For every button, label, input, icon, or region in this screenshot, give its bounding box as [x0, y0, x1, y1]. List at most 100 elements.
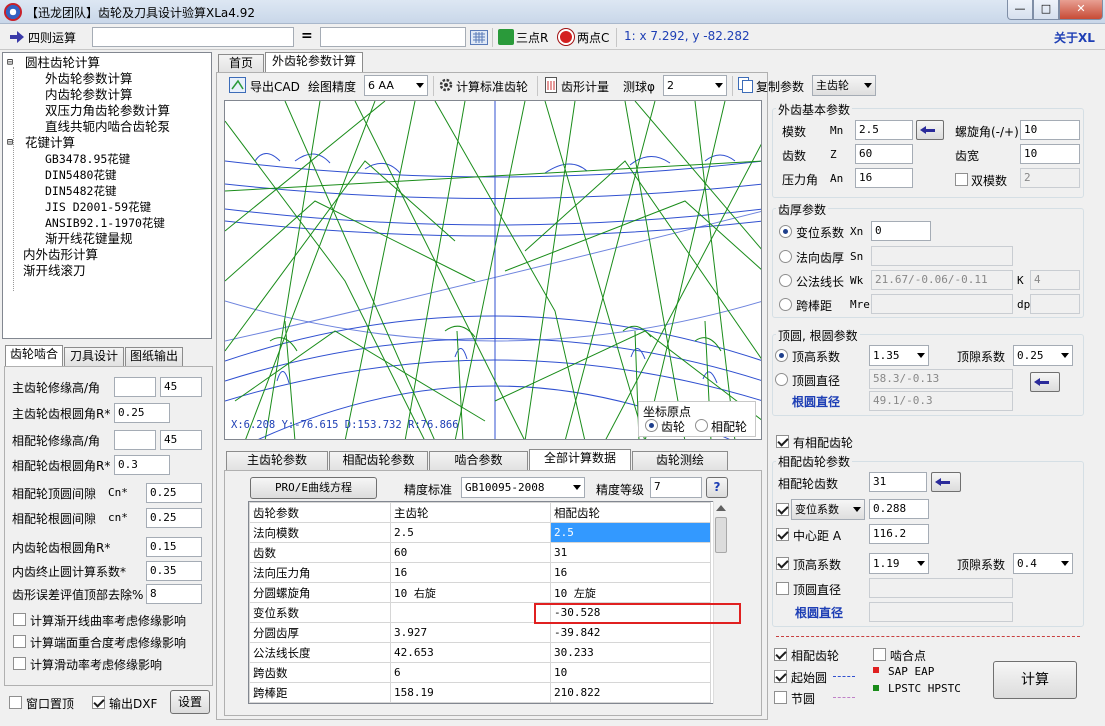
- pitch-circle-checkbox[interactable]: [774, 691, 787, 704]
- table-row[interactable]: 法向模数 2.5 2.5: [249, 522, 711, 543]
- normal-thickness-input[interactable]: [871, 246, 1013, 266]
- minimize-button[interactable]: —: [1007, 0, 1033, 20]
- mate-root-diameter-input[interactable]: [869, 602, 1013, 622]
- mate-tip-diameter-checkbox[interactable]: [776, 582, 789, 595]
- mesh-field-input[interactable]: 0.3: [114, 455, 170, 475]
- mesh-field-input[interactable]: 0.35: [146, 561, 202, 581]
- tree-item[interactable]: 渐开线花键量规: [45, 231, 133, 247]
- mate-shift-dropdown[interactable]: 变位系数: [791, 499, 865, 520]
- gear-drawing-canvas[interactable]: X:6.208 Y:-76.615 D:153.732 R:76.866 坐标原…: [224, 100, 762, 440]
- tree-item[interactable]: DIN5482花键: [45, 183, 116, 199]
- tab-mesh-params[interactable]: 啮合参数: [429, 451, 528, 470]
- tab-all-data[interactable]: 全部计算数据: [529, 449, 631, 470]
- three-point-button[interactable]: 三点R: [516, 29, 548, 46]
- table-row[interactable]: 分圆齿厚 3.927 -39.842: [249, 622, 711, 643]
- dp-input[interactable]: [1030, 294, 1080, 314]
- output-dxf-checkbox[interactable]: [92, 696, 105, 709]
- precision-grade-input[interactable]: 7: [650, 477, 702, 498]
- center-distance-input[interactable]: 116.2: [869, 524, 929, 544]
- mesh-field-angle-input[interactable]: 45: [160, 377, 202, 397]
- tip-diameter-apply-button[interactable]: [1030, 372, 1060, 392]
- settings-button[interactable]: 设置: [170, 690, 210, 714]
- tab-home[interactable]: 首页: [218, 54, 264, 73]
- tab-drawing-output[interactable]: 图纸输出: [125, 347, 183, 366]
- export-cad-button[interactable]: 导出CAD: [250, 78, 300, 95]
- contact-ratio-checkbox[interactable]: [13, 635, 26, 648]
- table-row[interactable]: 分圆螺旋角 10 右旋 10 左旋: [249, 582, 711, 603]
- close-button[interactable]: ✕: [1059, 0, 1103, 20]
- tab-gear-survey[interactable]: 齿轮测绘: [632, 451, 728, 470]
- tab-external-gear[interactable]: 外齿轮参数计算: [265, 52, 363, 73]
- topmost-checkbox[interactable]: [9, 696, 22, 709]
- tree-item[interactable]: 外齿轮参数计算: [45, 71, 133, 87]
- tree-item[interactable]: 花键计算: [25, 135, 75, 151]
- shift-radio[interactable]: [779, 225, 792, 238]
- mesh-field-input[interactable]: 0.25: [146, 483, 202, 503]
- tab-mate-gear-params[interactable]: 相配齿轮参数: [329, 451, 428, 470]
- tab-tool-design[interactable]: 刀具设计: [64, 347, 124, 366]
- calculator-icon[interactable]: [470, 30, 488, 45]
- calc-standard-gear-button[interactable]: 计算标准齿轮: [456, 78, 528, 95]
- three-point-icon[interactable]: [498, 29, 514, 45]
- table-row[interactable]: 齿轮参数 主齿轮 相配齿轮: [249, 502, 711, 523]
- wk-radio[interactable]: [779, 274, 792, 287]
- addendum-radio[interactable]: [775, 349, 788, 362]
- k-input[interactable]: 4: [1030, 270, 1080, 290]
- tree-item[interactable]: 内外齿形计算: [23, 247, 98, 263]
- mate-shift-checkbox[interactable]: [776, 503, 789, 516]
- mate-teeth-apply-button[interactable]: [931, 472, 961, 492]
- tree-item[interactable]: DIN5480花键: [45, 167, 116, 183]
- mate-addendum-dropdown[interactable]: 1.19: [869, 553, 929, 574]
- mesh-field-input[interactable]: 0.25: [114, 403, 170, 423]
- about-link[interactable]: 关于XL: [1054, 29, 1095, 46]
- tree-item[interactable]: 渐开线滚刀: [23, 263, 86, 279]
- expression-input[interactable]: [92, 27, 294, 47]
- gear-select-dropdown[interactable]: 主齿轮: [812, 75, 876, 96]
- show-mate-checkbox[interactable]: [774, 648, 787, 661]
- engage-point-checkbox[interactable]: [873, 648, 886, 661]
- tip-diameter-radio[interactable]: [775, 373, 788, 386]
- copy-icon[interactable]: [738, 77, 754, 93]
- help-button[interactable]: ?: [706, 477, 728, 498]
- maximize-button[interactable]: □: [1033, 0, 1059, 20]
- two-point-icon[interactable]: [558, 29, 574, 45]
- teeth-input[interactable]: 60: [855, 144, 913, 164]
- table-row[interactable]: 跨齿数 6 10: [249, 662, 711, 683]
- table-row[interactable]: 法向压力角 16 16: [249, 562, 711, 583]
- mate-shift-input[interactable]: 0.288: [869, 499, 929, 519]
- scroll-up-icon[interactable]: [716, 505, 726, 511]
- export-cad-icon[interactable]: [229, 77, 247, 94]
- double-module-input[interactable]: 2: [1020, 168, 1080, 188]
- tree-item[interactable]: ANSIB92.1-1970花键: [45, 215, 165, 231]
- tree-item[interactable]: 双压力角齿轮参数计算: [45, 103, 170, 119]
- pressure-angle-input[interactable]: 16: [855, 168, 913, 188]
- tree-item[interactable]: GB3478.95花键: [45, 151, 130, 167]
- mesh-field-input[interactable]: 8: [146, 584, 202, 604]
- tooth-measure-button[interactable]: 齿形计量: [561, 78, 609, 95]
- tab-main-gear-params[interactable]: 主齿轮参数: [226, 451, 328, 470]
- mesh-field-height-input[interactable]: [114, 377, 156, 397]
- mesh-field-input[interactable]: 0.15: [146, 537, 202, 557]
- mesh-field-angle-input[interactable]: 45: [160, 430, 202, 450]
- normal-thickness-radio[interactable]: [779, 250, 792, 263]
- calculate-button[interactable]: 计算: [993, 661, 1077, 699]
- mesh-field-height-input[interactable]: [114, 430, 156, 450]
- tree-item[interactable]: 直线共轭内啮合齿轮泵: [45, 119, 170, 135]
- module-apply-button[interactable]: [916, 120, 944, 140]
- result-field[interactable]: [320, 27, 466, 47]
- addendum-dropdown[interactable]: 1.35: [869, 345, 929, 366]
- mre-radio[interactable]: [779, 298, 792, 311]
- proe-curve-button[interactable]: PRO/E曲线方程: [250, 477, 377, 499]
- tree-item[interactable]: 内齿轮参数计算: [45, 87, 133, 103]
- start-circle-checkbox[interactable]: [774, 670, 787, 683]
- double-module-checkbox[interactable]: [955, 173, 968, 186]
- gear-calc-icon[interactable]: [438, 77, 454, 93]
- origin-mate-radio[interactable]: [695, 419, 708, 432]
- tooth-measure-icon[interactable]: [543, 77, 559, 93]
- mate-tip-diameter-input[interactable]: [869, 578, 1013, 598]
- slide-ratio-checkbox[interactable]: [13, 657, 26, 670]
- mate-clearance-dropdown[interactable]: 0.4: [1013, 553, 1073, 574]
- root-diameter-input[interactable]: 49.1/-0.3: [869, 391, 1013, 411]
- has-mate-checkbox[interactable]: [776, 435, 789, 448]
- table-row[interactable]: 齿数 60 31: [249, 542, 711, 563]
